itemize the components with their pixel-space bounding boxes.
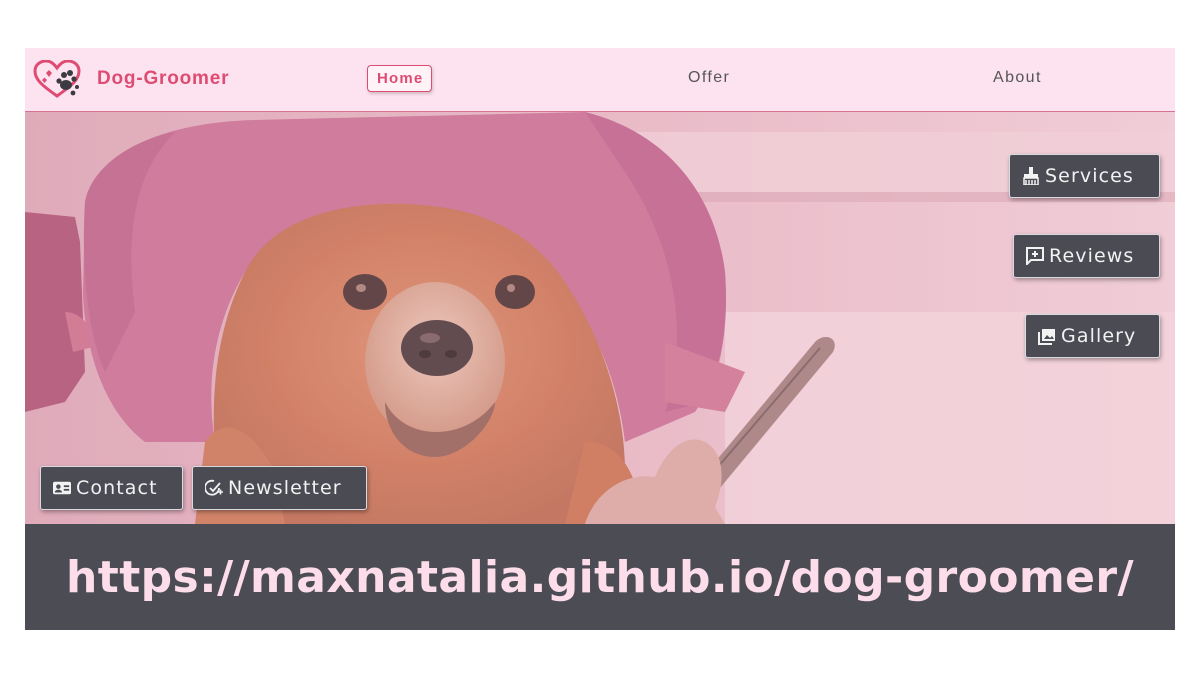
url-caption-bar: https://maxnatalia.github.io/dog-groomer… — [25, 524, 1175, 630]
mail-check-icon — [205, 479, 223, 497]
services-label: Services — [1045, 165, 1134, 187]
contact-card-icon — [53, 479, 71, 497]
image-icon — [1038, 327, 1056, 345]
url-caption-text: https://maxnatalia.github.io/dog-groomer… — [66, 551, 1134, 603]
navbar: Dog-Groomer Home Offer About — [25, 48, 1175, 112]
review-plus-icon — [1026, 247, 1044, 265]
reviews-label: Reviews — [1049, 245, 1135, 267]
nav-home-link[interactable]: Home — [367, 65, 433, 92]
page-frame: Dog-Groomer Home Offer About Services Re… — [25, 48, 1175, 630]
dog-in-towel-photo — [25, 112, 1175, 524]
hero-image: Services Reviews Gallery Contact Newslet… — [25, 112, 1175, 524]
brand-name[interactable]: Dog-Groomer — [97, 68, 229, 90]
gallery-button[interactable]: Gallery — [1025, 314, 1160, 358]
nav-about-link[interactable]: About — [993, 69, 1042, 87]
contact-label: Contact — [76, 477, 158, 499]
newsletter-label: Newsletter — [228, 477, 342, 499]
nav-offer-link[interactable]: Offer — [688, 69, 730, 87]
brush-icon — [1022, 167, 1040, 185]
newsletter-button[interactable]: Newsletter — [192, 466, 367, 510]
reviews-button[interactable]: Reviews — [1013, 234, 1160, 278]
contact-button[interactable]: Contact — [40, 466, 183, 510]
heart-paw-logo-icon[interactable] — [33, 59, 81, 100]
services-button[interactable]: Services — [1009, 154, 1160, 198]
gallery-label: Gallery — [1061, 325, 1137, 347]
